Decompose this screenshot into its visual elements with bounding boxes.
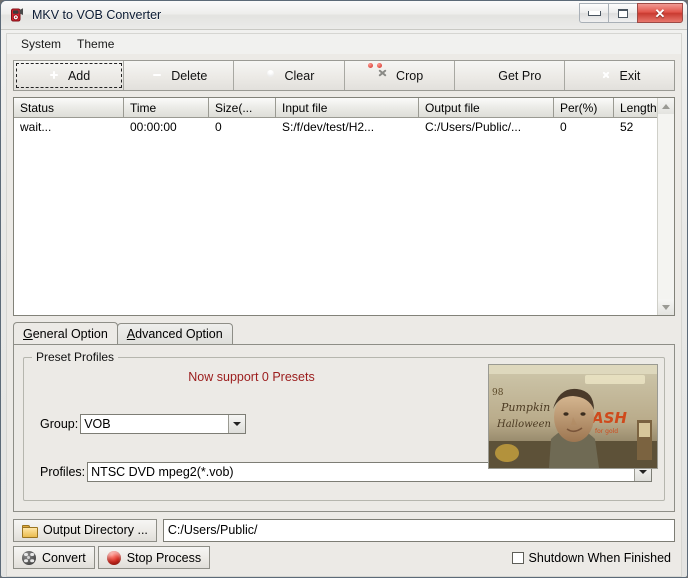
cell-size: 0 [215,119,222,134]
scroll-down-icon[interactable] [658,299,674,315]
delete-button[interactable]: Delete [124,61,235,90]
tab-advanced-option-label: Advanced Option [126,327,223,341]
file-list-body: wait... 00:00:00 0 S:/f/dev/test/H2... C… [14,118,657,315]
scrollbar-track[interactable] [658,114,674,299]
getpro-circle-icon [477,68,492,83]
toolbar: Add Delete Clear Crop Get Pro Exit [13,60,675,91]
crop-button-label: Crop [396,68,424,83]
stop-process-button-label: Stop Process [126,550,202,565]
video-preview-thumbnail: Pumpkin Halloween 98 CASH for gold [488,364,658,469]
scroll-up-icon[interactable] [658,98,674,114]
menu-bar: System Theme [6,33,682,54]
minimize-button[interactable] [579,3,608,23]
add-button[interactable]: Add [14,61,125,90]
tab-advanced-option[interactable]: Advanced Option [116,323,233,344]
column-header-output-file[interactable]: Output file [419,98,554,118]
table-row[interactable]: wait... 00:00:00 0 S:/f/dev/test/H2... C… [14,118,657,135]
window-title: MKV to VOB Converter [32,8,162,22]
scissors-icon [368,63,390,83]
svg-text:for gold: for gold [595,428,618,435]
delete-circle-icon [150,68,165,83]
cell-length: 52 [620,119,634,134]
output-directory-path-input[interactable]: C:/Users/Public/ [162,518,675,542]
svg-text:Pumpkin: Pumpkin [500,401,550,414]
tab-general-option[interactable]: General Option [13,322,118,344]
chevron-down-icon[interactable] [228,415,246,433]
maximize-icon [618,8,628,18]
minimize-icon [587,10,601,16]
film-reel-icon [22,550,36,565]
shutdown-when-finished-checkbox[interactable]: Shutdown When Finished [511,550,675,565]
svg-text:Halloween: Halloween [496,419,551,430]
output-directory-button[interactable]: Output Directory ... [13,518,157,542]
exit-circle-icon [599,68,614,83]
column-header-status[interactable]: Status [14,98,124,118]
column-header-time[interactable]: Time [124,98,209,118]
group-row: Group: VOB [40,414,247,434]
menu-theme[interactable]: Theme [69,35,122,53]
exit-button-label: Exit [619,68,641,83]
add-circle-icon [47,68,62,83]
tab-strip: General Option Advanced Option [13,322,675,344]
group-dropdown[interactable]: VOB [80,414,247,434]
tab-page-general-option: Preset Profiles Now support 0 Presets Gr… [13,344,675,512]
profiles-label: Profiles: [40,465,86,479]
tab-general-option-label: General Option [23,326,108,341]
convert-button[interactable]: Convert [13,546,95,569]
add-button-label: Add [67,68,91,83]
stop-circle-icon [106,550,121,565]
stop-process-button[interactable]: Stop Process [97,546,211,569]
close-button[interactable]: ✕ [637,3,683,23]
crop-button[interactable]: Crop [344,61,455,90]
cell-output-file: C:/Users/Public/... [425,119,522,134]
file-list-inner: Status Time Size(... Input file Output f… [14,98,674,315]
shutdown-when-finished-label: Shutdown When Finished [528,550,671,565]
client-area: Add Delete Clear Crop Get Pro Exit Statu… [6,54,682,577]
folder-icon [22,524,38,538]
cell-percent: 0 [560,119,567,134]
clear-circle-icon [263,68,278,83]
column-header-percent[interactable]: Per(%) [554,98,614,118]
group-label: Group: [40,417,79,431]
cell-status: wait... [20,119,52,134]
clear-button-label: Clear [284,68,315,83]
file-list-header: Status Time Size(... Input file Output f… [14,98,657,118]
delete-button-label: Delete [171,68,208,83]
get-pro-button[interactable]: Get Pro [454,61,565,90]
output-directory-button-label: Output Directory ... [43,523,148,537]
maximize-button[interactable] [608,3,637,23]
get-pro-button-label: Get Pro [498,68,542,83]
preset-profiles-groupbox: Preset Profiles Now support 0 Presets Gr… [23,350,665,501]
column-header-length[interactable]: Length [614,98,657,118]
group-dropdown-value: VOB [84,417,111,431]
exit-button[interactable]: Exit [564,61,675,90]
presets-message-text: Now support 0 Presets [188,370,315,384]
column-header-size[interactable]: Size(... [209,98,276,118]
window-controls: ✕ [579,3,683,23]
file-list-scrollbar[interactable] [657,98,674,315]
cell-time: 00:00:00 [130,119,177,134]
cell-input-file: S:/f/dev/test/H2... [282,119,375,134]
convert-button-label: Convert [42,550,86,565]
output-directory-path-value: C:/Users/Public/ [167,523,258,537]
action-row: Convert Stop Process Shutdown When Finis… [13,545,675,570]
output-directory-row: Output Directory ... C:/Users/Public/ [13,518,675,542]
media-device-icon [8,6,26,24]
column-header-input-file[interactable]: Input file [276,98,419,118]
application-window: MKV to VOB Converter ✕ System Theme Add [0,0,688,578]
file-list-columns: Status Time Size(... Input file Output f… [14,98,657,315]
close-icon: ✕ [654,5,666,21]
clear-button[interactable]: Clear [234,61,345,90]
preset-profiles-title: Preset Profiles [32,350,119,364]
checkbox-box[interactable] [511,551,524,564]
svg-text:98: 98 [492,388,504,398]
title-bar: MKV to VOB Converter ✕ [1,1,687,30]
menu-system[interactable]: System [13,35,69,53]
file-list: Status Time Size(... Input file Output f… [13,97,675,316]
